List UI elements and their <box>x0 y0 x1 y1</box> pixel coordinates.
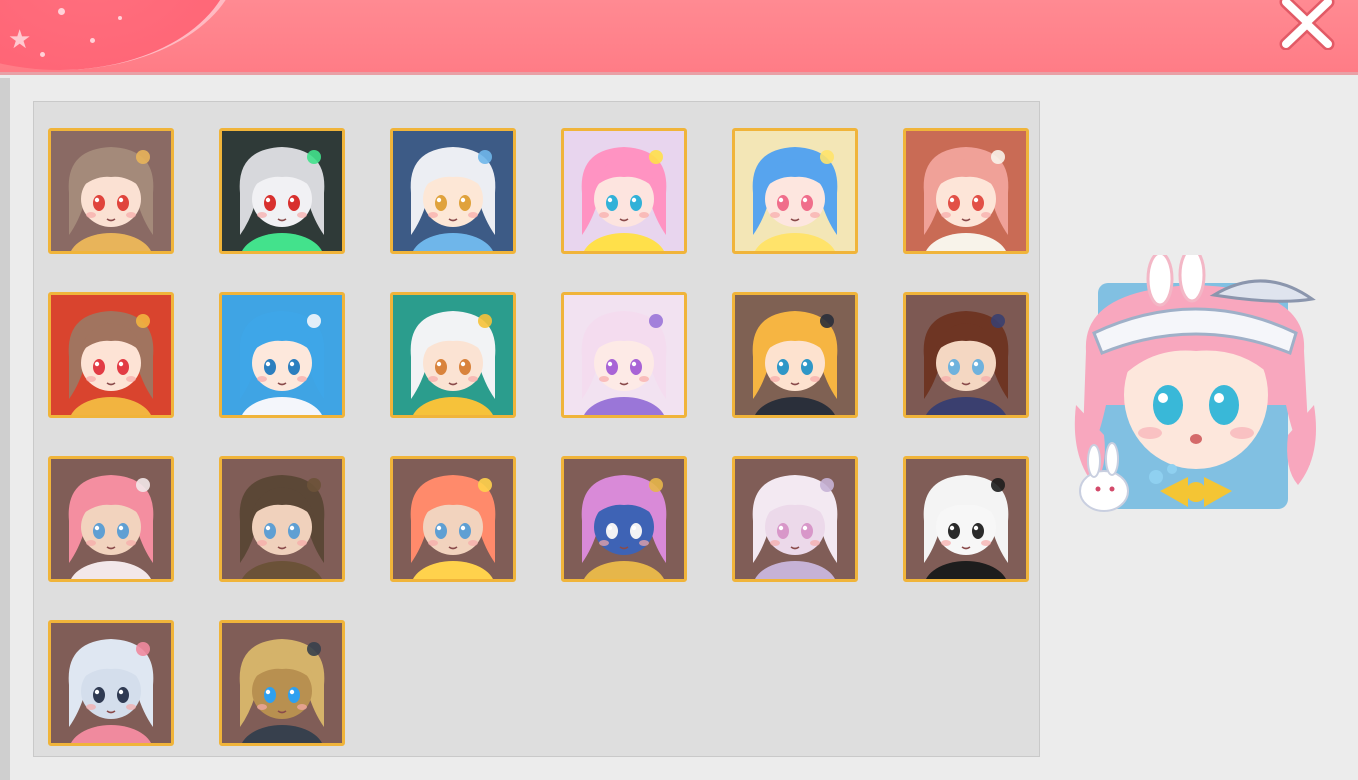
sparkle-dot <box>90 38 95 43</box>
avatar-bunny-pastel-girl[interactable] <box>561 292 687 418</box>
avatar-ocean-flower-girl[interactable] <box>219 292 345 418</box>
avatar-newsboy-cap-block[interactable] <box>219 456 345 582</box>
avatar-goggles-boy[interactable] <box>390 292 516 418</box>
avatar-bunny-pastel-girl-art <box>564 295 684 415</box>
avatar-sailor-bear-block-art <box>906 459 1026 579</box>
header-swoosh-decoration <box>0 0 240 70</box>
avatar-newsboy-cap-block-art <box>222 459 342 579</box>
avatar-cow-hood-girl-art <box>906 131 1026 251</box>
avatar-elephant-mount-art <box>51 623 171 743</box>
avatar-pink-angel-girl[interactable] <box>561 128 687 254</box>
avatar-paper-crane-art <box>735 459 855 579</box>
avatar-scarf-block-girl[interactable] <box>903 292 1029 418</box>
avatar-cow-hood-girl[interactable] <box>903 128 1029 254</box>
avatar-mech-horse[interactable] <box>219 620 345 746</box>
avatar-blue-angel-girl[interactable] <box>732 128 858 254</box>
avatar-pink-beret-block[interactable] <box>48 456 174 582</box>
preview-avatar-art <box>1074 247 1316 512</box>
star-icon: ★ <box>8 24 32 54</box>
left-edge-border <box>0 78 10 780</box>
avatar-bell-mount[interactable] <box>561 456 687 582</box>
avatar-mech-horse-art <box>222 623 342 743</box>
avatar-red-festive-girl[interactable] <box>48 292 174 418</box>
avatar-pink-angel-girl-art <box>564 131 684 251</box>
close-icon <box>1279 0 1335 51</box>
sparkle-dot <box>118 16 122 20</box>
avatar-brown-hair-girl-art <box>51 131 171 251</box>
avatar-elephant-mount[interactable] <box>48 620 174 746</box>
avatar-brown-hair-girl[interactable] <box>48 128 174 254</box>
avatar-blonde-captain-boy-art <box>735 295 855 415</box>
sparkle-dot <box>58 8 65 15</box>
avatar-goggles-boy-art <box>393 295 513 415</box>
avatar-red-festive-girl-art <box>51 295 171 415</box>
close-button[interactable] <box>1276 0 1338 51</box>
selected-avatar-preview <box>1064 247 1328 525</box>
avatar-orange-buns-block[interactable] <box>390 456 516 582</box>
avatar-blonde-captain-boy[interactable] <box>732 292 858 418</box>
avatar-dark-armor[interactable] <box>219 128 345 254</box>
avatar-pink-beret-block-art <box>51 459 171 579</box>
window-header: ★ <box>0 0 1358 75</box>
avatar-orange-buns-block-art <box>393 459 513 579</box>
avatar-blue-angel-girl-art <box>735 131 855 251</box>
sparkle-dot <box>40 52 45 57</box>
avatar-scarf-block-girl-art <box>906 295 1026 415</box>
avatar-bell-mount-art <box>564 459 684 579</box>
avatar-silver-hair-boy-art <box>393 131 513 251</box>
avatar-dark-armor-art <box>222 131 342 251</box>
avatar-ocean-flower-girl-art <box>222 295 342 415</box>
avatar-sailor-bear-block[interactable] <box>903 456 1029 582</box>
avatar-silver-hair-boy[interactable] <box>390 128 516 254</box>
avatar-grid-panel <box>33 101 1040 757</box>
avatar-paper-crane[interactable] <box>732 456 858 582</box>
